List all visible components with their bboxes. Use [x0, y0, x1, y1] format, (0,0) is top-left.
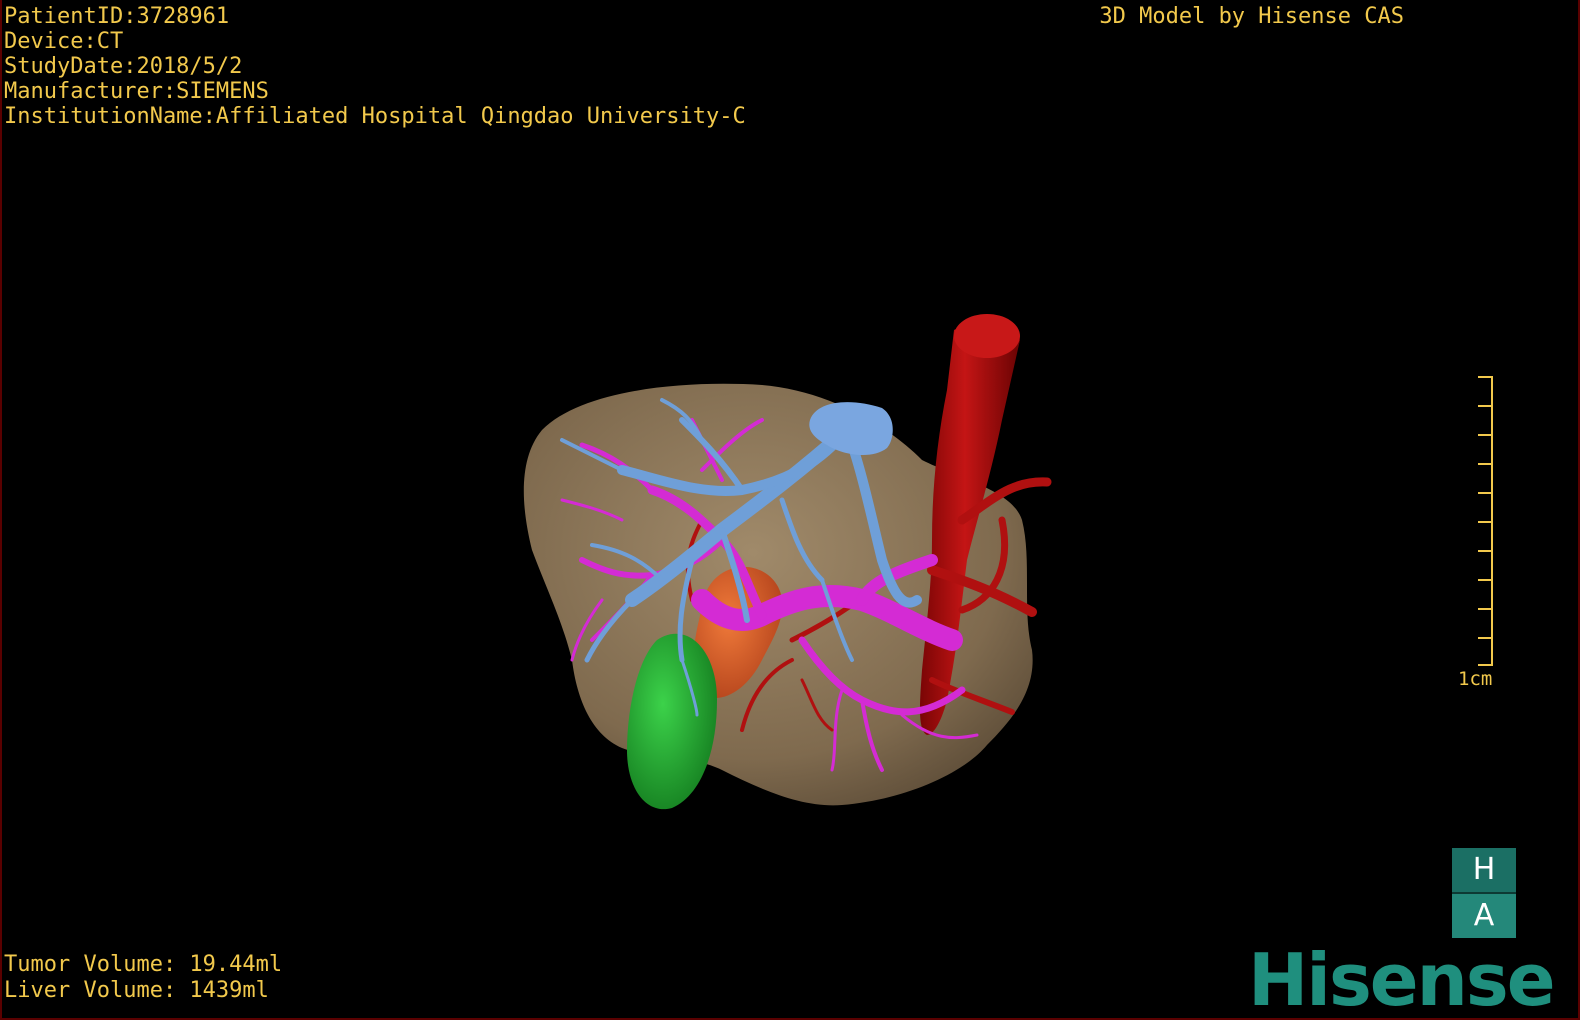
model-credit-label: 3D Model by Hisense CAS	[1099, 4, 1404, 29]
study-date-label: StudyDate:2018/5/2	[4, 54, 243, 79]
device-label: Device:CT	[4, 29, 124, 54]
orientation-cube[interactable]: H A	[1452, 848, 1516, 938]
patient-id-label: PatientID:3728961	[4, 4, 230, 29]
3d-viewport[interactable]: PatientID:3728961 Device:CT StudyDate:20…	[0, 0, 1580, 1020]
volume-info-overlay: Tumor Volume: 19.44ml Liver Volume: 1439…	[4, 952, 282, 1004]
scale-bar	[1478, 376, 1493, 666]
orientation-face-head[interactable]: H	[1452, 848, 1516, 892]
tumor-volume-label: Tumor Volume: 19.44ml	[4, 952, 283, 977]
aorta-opening	[954, 314, 1020, 358]
liver-3d-model[interactable]	[2, 0, 1580, 1020]
manufacturer-label: Manufacturer:SIEMENS	[4, 79, 269, 104]
scale-label: 1cm	[1458, 668, 1493, 690]
patient-info-overlay: PatientID:3728961 Device:CT StudyDate:20…	[4, 4, 746, 129]
hisense-logo: Hisense	[1248, 938, 1556, 1020]
liver-volume-label: Liver Volume: 1439ml	[4, 978, 269, 1003]
orientation-face-anterior[interactable]: A	[1452, 894, 1516, 938]
institution-label: InstitutionName:Affiliated Hospital Qing…	[4, 104, 746, 129]
